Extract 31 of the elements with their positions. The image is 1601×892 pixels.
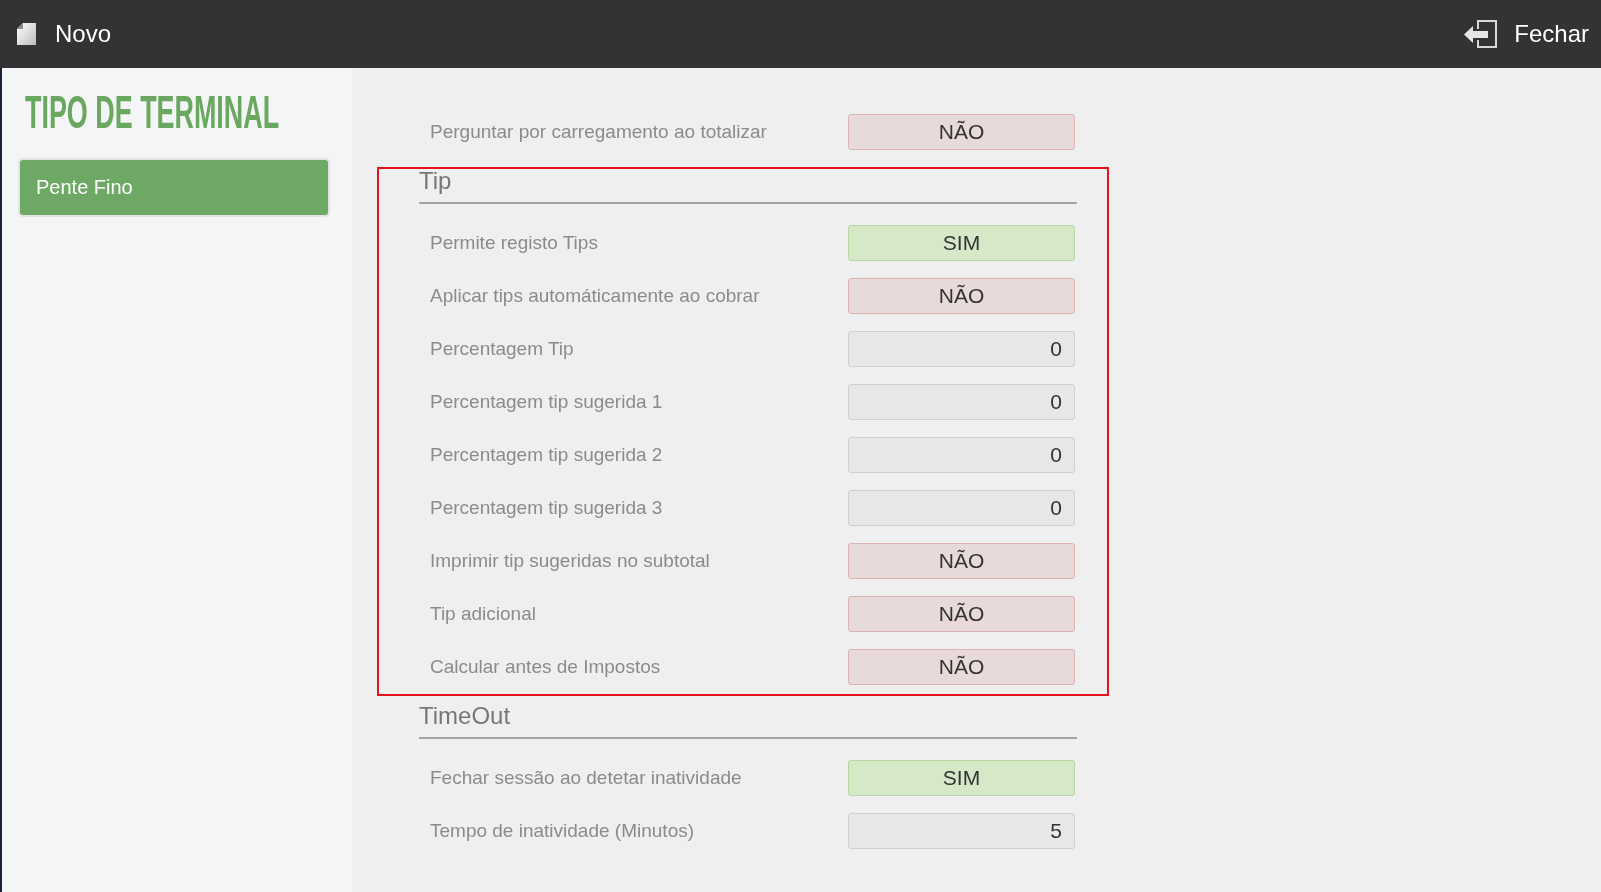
document-icon (17, 23, 36, 45)
sidebar-heading: TIPO DE TERMINAL (25, 89, 280, 135)
setting-label: Imprimir tip sugeridas no subtotal (430, 549, 710, 572)
setting-label: Calcular antes de Impostos (430, 655, 661, 678)
toggle-button[interactable]: NÃO (848, 542, 1075, 579)
toggle-button[interactable]: SIM (848, 759, 1075, 796)
setting-label: Aplicar tips automáticamente ao cobrar (430, 284, 760, 307)
toggle-button[interactable]: NÃO (848, 648, 1075, 685)
number-input[interactable]: 0 (848, 489, 1075, 526)
setting-label: Tip adicional (430, 602, 536, 625)
setting-label: Tempo de inatividade (Minutos) (430, 819, 695, 842)
setting-label: Percentagem Tip (430, 337, 574, 360)
number-input[interactable]: 0 (848, 383, 1075, 420)
setting-label: Permite registo Tips (430, 231, 598, 254)
toggle-button[interactable]: NÃO (848, 595, 1075, 632)
toggle-button[interactable]: NÃO (848, 277, 1075, 314)
number-input[interactable]: 0 (848, 436, 1075, 473)
toggle-button[interactable]: NÃO (848, 113, 1075, 150)
close-button[interactable]: Fechar (1464, 19, 1589, 49)
setting-label: Percentagem tip sugerida 3 (430, 496, 663, 519)
exit-icon (1464, 19, 1499, 49)
number-input[interactable]: 0 (848, 330, 1075, 367)
number-input[interactable]: 5 (848, 812, 1075, 849)
section-title: Tip (419, 169, 452, 193)
page-title: Novo (55, 20, 112, 48)
setting-label: Fechar sessão ao detetar inatividade (430, 766, 742, 789)
setting-label: Percentagem tip sugerida 1 (430, 390, 663, 413)
setting-label: Percentagem tip sugerida 2 (430, 443, 663, 466)
toggle-button[interactable]: SIM (848, 224, 1075, 261)
section-title: TimeOut (419, 704, 511, 728)
setting-label: Perguntar por carregamento ao totalizar (430, 120, 767, 143)
